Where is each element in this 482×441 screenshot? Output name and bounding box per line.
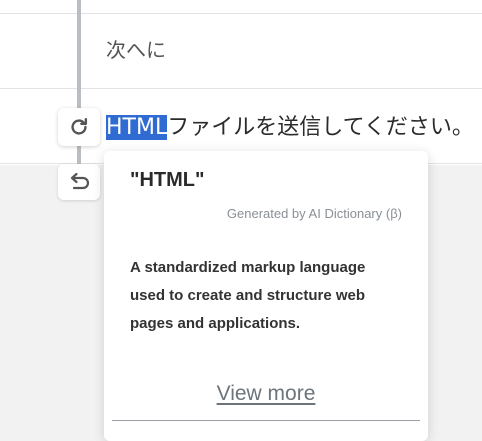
popup-term: "HTML" (130, 169, 205, 191)
row-divider-top (0, 13, 482, 14)
text-line-1[interactable]: 次へに (106, 34, 166, 63)
popup-divider (112, 420, 420, 421)
popup-source: Generated by AI Dictionary (β) (226, 206, 402, 221)
popup-definition: A standardized markup language used to c… (130, 259, 366, 332)
refresh-icon (71, 118, 88, 135)
refresh-button[interactable] (58, 108, 100, 146)
dictionary-popup: "HTML" Generated by AI Dictionary (β) A … (104, 151, 428, 441)
row-divider-middle (0, 88, 482, 89)
return-icon (70, 172, 90, 190)
text-line-2-rest[interactable]: ファイルを送信してください。 (167, 115, 474, 140)
view-more-link[interactable]: View more (104, 382, 428, 406)
selected-text[interactable]: HTML (106, 115, 168, 140)
return-button[interactable] (58, 164, 100, 200)
text-line-2[interactable]: HTMLファイルを送信してください。 (106, 109, 474, 141)
